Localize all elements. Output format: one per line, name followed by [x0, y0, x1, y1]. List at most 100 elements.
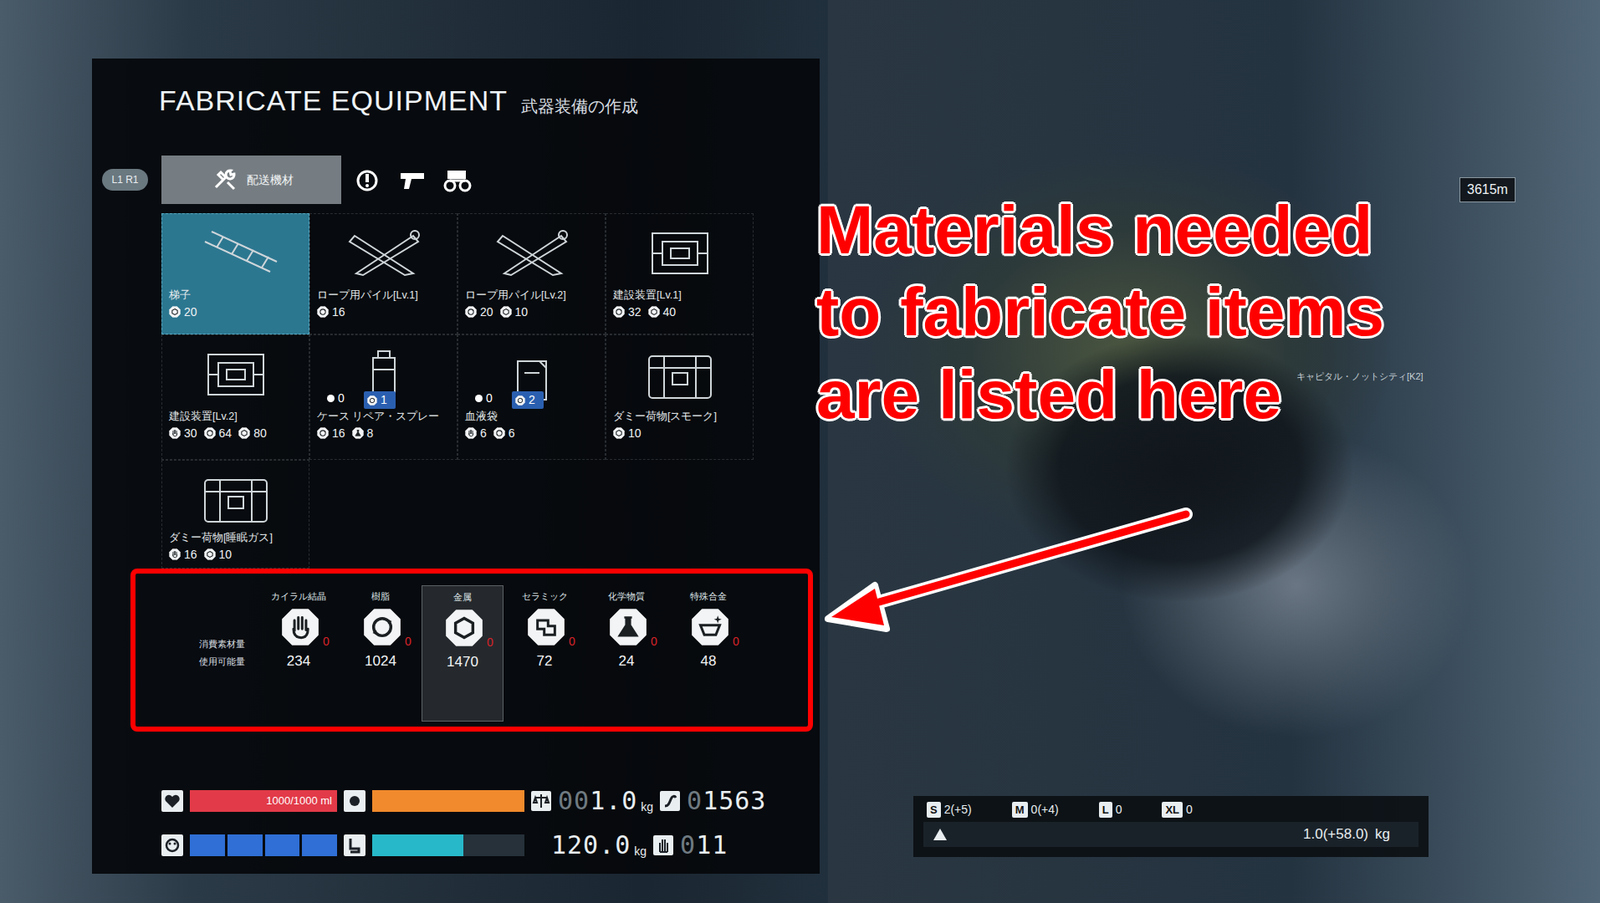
status-bars: 1000/1000 ml001.0kg01563120.0kg011: [161, 782, 820, 864]
device-icon: [189, 344, 282, 405]
cost-amount: 16: [184, 546, 198, 564]
craft-count: 2: [528, 391, 536, 409]
boots-bar-fill: [372, 834, 464, 857]
slot-size: XL: [1161, 802, 1183, 819]
face-icon: [161, 834, 184, 857]
chiral-icon: [465, 427, 477, 440]
held-count: 0: [327, 389, 345, 408]
item-costs: 3240: [613, 303, 747, 322]
item-card[interactable]: 01ケース リペア・スプレー168: [309, 334, 458, 461]
material-column[interactable]: セラミック072: [503, 585, 586, 722]
cost-amount: 20: [184, 303, 198, 322]
cargo-icon: [515, 395, 526, 406]
material-column[interactable]: 特殊合金048: [667, 585, 750, 722]
item-costs: 2010: [465, 303, 599, 322]
device-icon: [633, 223, 726, 284]
chiral-icon: [168, 548, 181, 561]
carried-weight-leading: 00: [557, 786, 590, 816]
materials-panel: 消費素材量使用可能量カイラル結晶0234樹脂01024金属01470セラミック0…: [130, 568, 813, 732]
material-consumed: 0: [322, 633, 330, 651]
likes-counter-number: 11: [695, 830, 728, 860]
resin-icon: [204, 427, 216, 440]
category-tab[interactable]: 配送機材: [161, 155, 342, 205]
material-icon-row: 0: [595, 603, 658, 651]
menu-column: FABRICATE EQUIPMENT武器装備の作成 L1 R1配送機材 梯子2…: [0, 0, 829, 903]
material-column[interactable]: カイラル結晶0234: [257, 585, 340, 722]
stamina-icon: [343, 790, 366, 813]
likes-counter-value: 011: [679, 826, 728, 864]
capacity-weight-value: 120.0: [551, 826, 631, 864]
distance-counter-number: 1563: [702, 786, 767, 816]
scale-icon: [531, 791, 552, 812]
cargo-weight-unit: kg: [1375, 823, 1391, 846]
item-name: 建設装置[Lv.1]: [613, 287, 747, 304]
item-card[interactable]: ダミー荷物[睡眠ガス]1610: [161, 460, 310, 569]
map-view: S2(+5)M0(+4)L0XL01.0(+58.0)kg 3615mキャピタル…: [828, 0, 1600, 903]
metal-icon: [613, 427, 625, 440]
item-card[interactable]: ロープ用パイル[Lv.1]16: [309, 213, 458, 335]
shoulder-buttons[interactable]: L1 R1: [102, 168, 149, 191]
item-name: 血液袋: [465, 408, 599, 425]
item-card[interactable]: ダミー荷物[スモーク]10: [605, 334, 754, 461]
gun-icon: [397, 167, 428, 193]
resin-icon: [465, 306, 477, 318]
health-bar: [189, 834, 338, 857]
resin-icon: [316, 427, 329, 440]
item-cost: 40: [648, 303, 677, 322]
material-consumed: 0: [486, 633, 494, 652]
item-grid: 梯子20ロープ用パイル[Lv.1]16ロープ用パイル[Lv.2]2010建設装置…: [161, 213, 820, 569]
metal-icon: [204, 548, 216, 561]
resin-icon: [493, 427, 506, 440]
craft-count: 1: [380, 391, 388, 409]
cost-amount: 64: [219, 424, 233, 443]
material-consumed: 0: [732, 633, 740, 651]
carried-weight-number: 1.0: [589, 786, 638, 816]
item-card[interactable]: 梯子20: [161, 213, 310, 335]
material-name: 特殊合金: [690, 590, 727, 604]
footprint-icon: [659, 791, 680, 812]
category-tab[interactable]: [347, 155, 387, 205]
annotation-line: Materials needed: [816, 189, 1385, 271]
health-segment: [189, 834, 225, 857]
chiral-icon: [281, 608, 320, 647]
item-cost: 16: [316, 303, 346, 322]
distance-counter: 01563: [686, 782, 767, 820]
cargo-slot: M0(+4): [1012, 801, 1059, 819]
item-card[interactable]: 建設装置[Lv.2]306480: [161, 334, 310, 461]
material-name: カイラル結晶: [270, 590, 327, 604]
material-column[interactable]: 化学物質024: [585, 585, 668, 722]
material-column[interactable]: 金属01470: [421, 585, 504, 722]
category-tab[interactable]: [393, 155, 432, 205]
item-costs: 20: [168, 303, 302, 322]
slot-size: L: [1099, 802, 1113, 819]
vehicle-icon: [442, 167, 473, 193]
alloy-icon: [690, 608, 730, 647]
item-cost: 64: [204, 424, 233, 443]
material-consumed: 0: [568, 633, 576, 651]
slot-count: 0(+4): [1031, 801, 1059, 819]
material-name: 樹脂: [371, 590, 390, 604]
item-card[interactable]: 建設装置[Lv.1]3240: [605, 213, 754, 335]
cost-amount: 20: [480, 303, 494, 322]
material-name: 化学物質: [608, 590, 645, 604]
item-name: 梯子: [168, 287, 302, 304]
cargo-slot: XL0: [1161, 801, 1192, 819]
item-card[interactable]: ロープ用パイル[Lv.2]2010: [457, 213, 606, 335]
cargo-weight: 1.0(+58.0) kg: [1303, 823, 1411, 846]
item-name: 建設装置[Lv.2]: [168, 408, 302, 425]
material-available: 72: [536, 650, 553, 673]
cargo-slots: S2(+5)M0(+4)L0XL0: [923, 801, 1419, 819]
item-card[interactable]: 02血液袋66: [457, 334, 606, 461]
material-consumed: 0: [404, 633, 412, 651]
category-tab[interactable]: [438, 155, 477, 205]
pile-icon: [485, 223, 578, 284]
cargo-weight-value: 1.0(+58.0): [1303, 823, 1369, 846]
material-icon-row: 0: [267, 603, 330, 651]
health-segment: [265, 834, 301, 857]
map-location-label: キャピタル・ノットシティ[K2]: [1296, 369, 1424, 384]
item-cost: 30: [168, 424, 198, 443]
panel-caption: FABRICATE EQUIPMENT: [158, 79, 508, 123]
distance-counter-value: 01563: [686, 782, 767, 820]
craft-count-badge: 1: [363, 391, 396, 409]
material-column[interactable]: 樹脂01024: [339, 585, 422, 722]
